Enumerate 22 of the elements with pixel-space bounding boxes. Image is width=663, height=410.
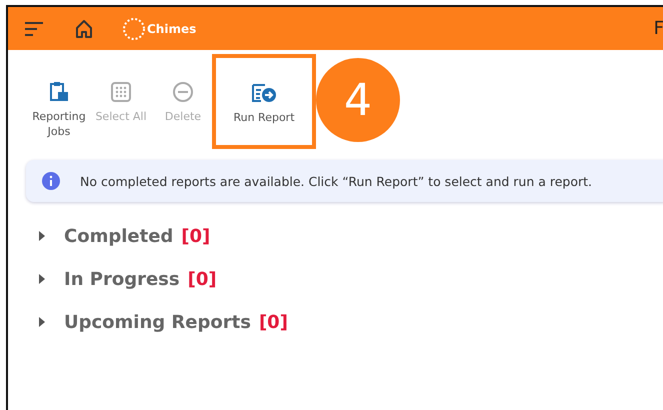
section-count: [0] [188,268,217,290]
section-count: [0] [258,312,288,332]
home-icon[interactable] [74,18,94,38]
run-report-icon [251,82,277,104]
caret-icon[interactable] [38,274,46,284]
clipboard-icon [48,81,70,103]
caret-icon[interactable] [38,317,46,327]
minus-circle-icon [172,81,194,103]
logo-text: Chimes [147,22,196,36]
caret-icon[interactable] [38,231,46,241]
grid-icon [110,81,132,103]
section-count: [0] [181,226,210,246]
menu-icon[interactable] [24,20,44,36]
sun-icon [122,16,146,40]
section-title[interactable]: In Progress [64,268,180,290]
toolbar-button[interactable]: Run Report [212,54,316,149]
info-message: No completed reports are available. Click “Run Report” to select and run a report. [80,174,592,188]
section-title[interactable]: Completed [64,226,174,246]
step-badge: 4 [316,58,400,142]
page-title: F [654,18,663,39]
section-title[interactable]: Upcoming Reports [64,312,251,332]
info-icon [42,172,60,190]
